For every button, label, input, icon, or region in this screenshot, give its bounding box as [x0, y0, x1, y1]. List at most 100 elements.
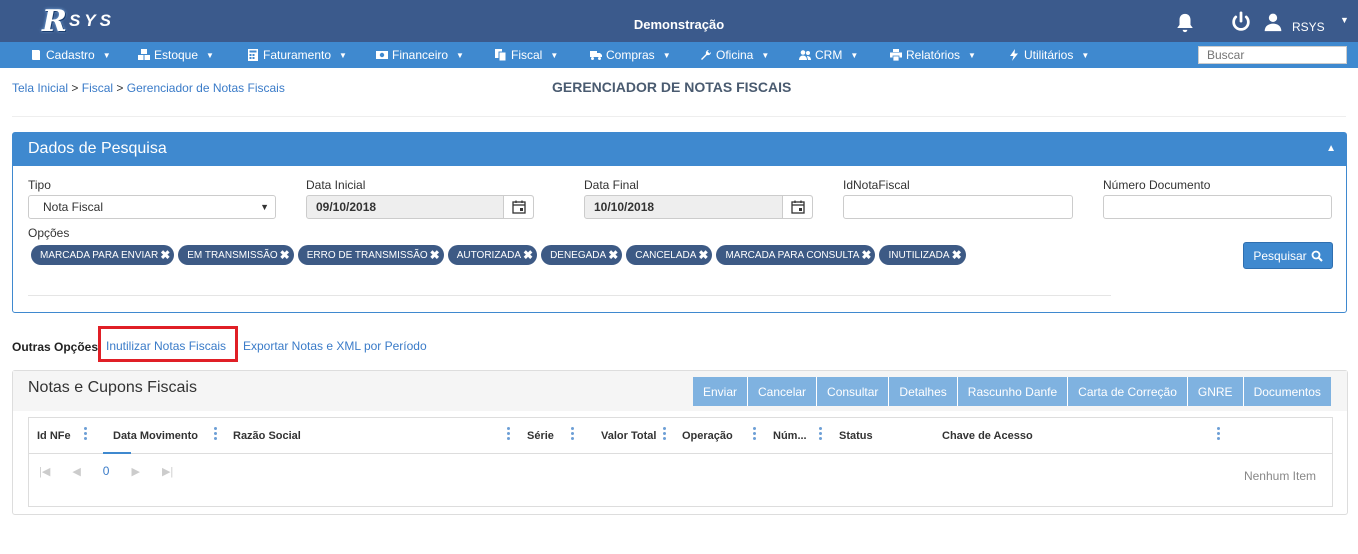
next-page-icon[interactable]: ▶: [131, 465, 139, 478]
search-icon: [1311, 250, 1323, 262]
calendar-icon[interactable]: [503, 196, 533, 218]
chip-label: EM TRANSMISSÃO: [187, 249, 278, 261]
copy-icon: [495, 49, 507, 61]
gnre-button[interactable]: GNRE: [1187, 377, 1244, 406]
bell-icon[interactable]: [1174, 12, 1196, 34]
close-icon[interactable]: ✖: [430, 248, 440, 262]
consultar-button[interactable]: Consultar: [817, 377, 890, 406]
column-header-chave-de-acesso[interactable]: Chave de Acesso: [942, 430, 1033, 442]
page-title: GERENCIADOR DE NOTAS FISCAIS: [552, 79, 792, 95]
chevron-up-icon[interactable]: ▲: [1326, 143, 1336, 154]
calendar-icon[interactable]: [782, 196, 812, 218]
menu-label: CRM: [815, 48, 843, 62]
power-icon[interactable]: [1230, 11, 1252, 33]
close-icon[interactable]: ✖: [861, 248, 871, 262]
close-icon[interactable]: ✖: [608, 248, 618, 262]
menu-label: Cadastro: [46, 48, 95, 62]
notas-cupons-panel: Notas e Cupons Fiscais Enviar Cancelar C…: [12, 370, 1348, 515]
chevron-down-icon: ▼: [550, 50, 559, 60]
column-header-valor-total[interactable]: Valor Total: [601, 430, 656, 442]
detalhes-button[interactable]: Detalhes: [889, 377, 958, 406]
menu-financeiro[interactable]: Financeiro ▼: [376, 42, 464, 68]
menu-fiscal[interactable]: Fiscal ▼: [495, 42, 558, 68]
menu-oficina[interactable]: Oficina ▼: [700, 42, 769, 68]
close-icon[interactable]: ✖: [523, 248, 533, 262]
last-page-icon[interactable]: ▶|: [162, 465, 173, 478]
logo-letter: R: [42, 3, 67, 39]
search-input[interactable]: [1198, 46, 1347, 64]
tipo-label: Tipo: [28, 178, 51, 192]
id-nota-fiscal-input[interactable]: [843, 195, 1073, 219]
breadcrumb-fiscal-link[interactable]: Fiscal: [82, 81, 113, 95]
users-icon: [799, 50, 811, 60]
exportar-notas-xml-link[interactable]: Exportar Notas e XML por Período: [243, 339, 427, 353]
breadcrumb-current-link[interactable]: Gerenciador de Notas Fiscais: [127, 81, 285, 95]
close-icon[interactable]: ✖: [280, 248, 290, 262]
chip-marcada-para-consulta: MARCADA PARA CONSULTA ✖: [716, 245, 876, 265]
menu-faturamento[interactable]: Faturamento ▼: [247, 42, 347, 68]
cancelar-button[interactable]: Cancelar: [748, 377, 818, 406]
column-header-data-movimento[interactable]: Data Movimento: [113, 430, 198, 442]
user-menu-caret-icon[interactable]: ▼: [1340, 15, 1349, 25]
close-icon[interactable]: ✖: [952, 248, 962, 262]
chip-label: DENEGADA: [550, 249, 607, 261]
tipo-select[interactable]: Nota Fiscal ▼: [28, 195, 276, 219]
user-icon[interactable]: [1263, 12, 1283, 32]
documentos-button[interactable]: Documentos: [1243, 377, 1331, 406]
grid-toolbar: Enviar Cancelar Consultar Detalhes Rascu…: [693, 377, 1331, 406]
chevron-down-icon: ▼: [339, 50, 347, 60]
column-menu-icon[interactable]: [663, 427, 667, 442]
column-menu-icon[interactable]: [819, 427, 823, 442]
column-header-operacao[interactable]: Operação: [682, 430, 733, 442]
menu-compras[interactable]: Compras ▼: [590, 42, 671, 68]
chip-inutilizada: INUTILIZADA ✖: [879, 245, 966, 265]
column-menu-icon[interactable]: [753, 427, 757, 442]
chip-cancelada: CANCELADA ✖: [626, 245, 713, 265]
prev-page-icon[interactable]: ◀: [72, 465, 80, 478]
chevron-down-icon: ▼: [102, 50, 111, 60]
close-icon[interactable]: ✖: [698, 248, 708, 262]
menu-estoque[interactable]: Estoque ▼: [138, 42, 214, 68]
menu-cadastro[interactable]: Cadastro ▼: [30, 42, 111, 68]
wrench-icon: [701, 49, 712, 60]
chevron-down-icon: ▼: [206, 50, 214, 60]
column-header-razao-social[interactable]: Razão Social: [233, 430, 301, 442]
pesquisar-button[interactable]: Pesquisar: [1243, 242, 1333, 269]
chip-erro-de-transmissao: ERRO DE TRANSMISSÃO ✖: [297, 245, 444, 265]
opcoes-label: Opções: [28, 226, 70, 240]
column-menu-icon[interactable]: [571, 427, 575, 442]
close-icon[interactable]: ✖: [160, 248, 170, 262]
page-number[interactable]: 0: [103, 464, 110, 478]
inutilizar-notas-fiscais-link[interactable]: Inutilizar Notas Fiscais: [106, 339, 226, 353]
column-menu-icon[interactable]: [214, 427, 218, 442]
menu-crm[interactable]: CRM ▼: [799, 42, 858, 68]
column-header-id-nfe[interactable]: Id NFe: [37, 430, 71, 442]
chip-denegada: DENEGADA ✖: [541, 245, 623, 265]
breadcrumb-home-link[interactable]: Tela Inicial: [12, 81, 68, 95]
column-header-numero[interactable]: Núm...: [773, 430, 807, 442]
carta-de-correcao-button[interactable]: Carta de Correção: [1068, 377, 1188, 406]
chip-label: ERRO DE TRANSMISSÃO: [306, 249, 428, 261]
column-menu-icon[interactable]: [507, 427, 511, 442]
first-page-icon[interactable]: |◀: [39, 465, 50, 478]
enviar-button[interactable]: Enviar: [693, 377, 749, 406]
chip-label: AUTORIZADA: [456, 249, 521, 261]
menu-utilitarios[interactable]: Utilitários ▼: [1008, 42, 1089, 68]
data-inicial-field[interactable]: 09/10/2018: [306, 195, 534, 219]
column-header-serie[interactable]: Série: [527, 430, 554, 442]
search-panel-header[interactable]: Dados de Pesquisa ▲: [13, 133, 1346, 166]
numero-documento-input[interactable]: [1103, 195, 1332, 219]
id-nota-fiscal-label: IdNotaFiscal: [843, 178, 910, 192]
rascunho-danfe-button[interactable]: Rascunho Danfe: [957, 377, 1069, 406]
app-logo[interactable]: R SYS: [42, 3, 115, 39]
column-menu-icon[interactable]: [84, 427, 88, 442]
chip-label: MARCADA PARA ENVIAR: [40, 249, 159, 261]
data-final-field[interactable]: 10/10/2018: [584, 195, 813, 219]
menu-relatorios[interactable]: Relatórios ▼: [890, 42, 976, 68]
column-menu-icon[interactable]: [1217, 427, 1221, 442]
bolt-icon: [1010, 49, 1018, 61]
column-header-status[interactable]: Status: [839, 430, 873, 442]
top-bar: R SYS Demonstração RSYS ▼: [0, 0, 1358, 42]
app-title: Demonstração: [633, 17, 725, 32]
user-name[interactable]: RSYS: [1292, 20, 1325, 34]
